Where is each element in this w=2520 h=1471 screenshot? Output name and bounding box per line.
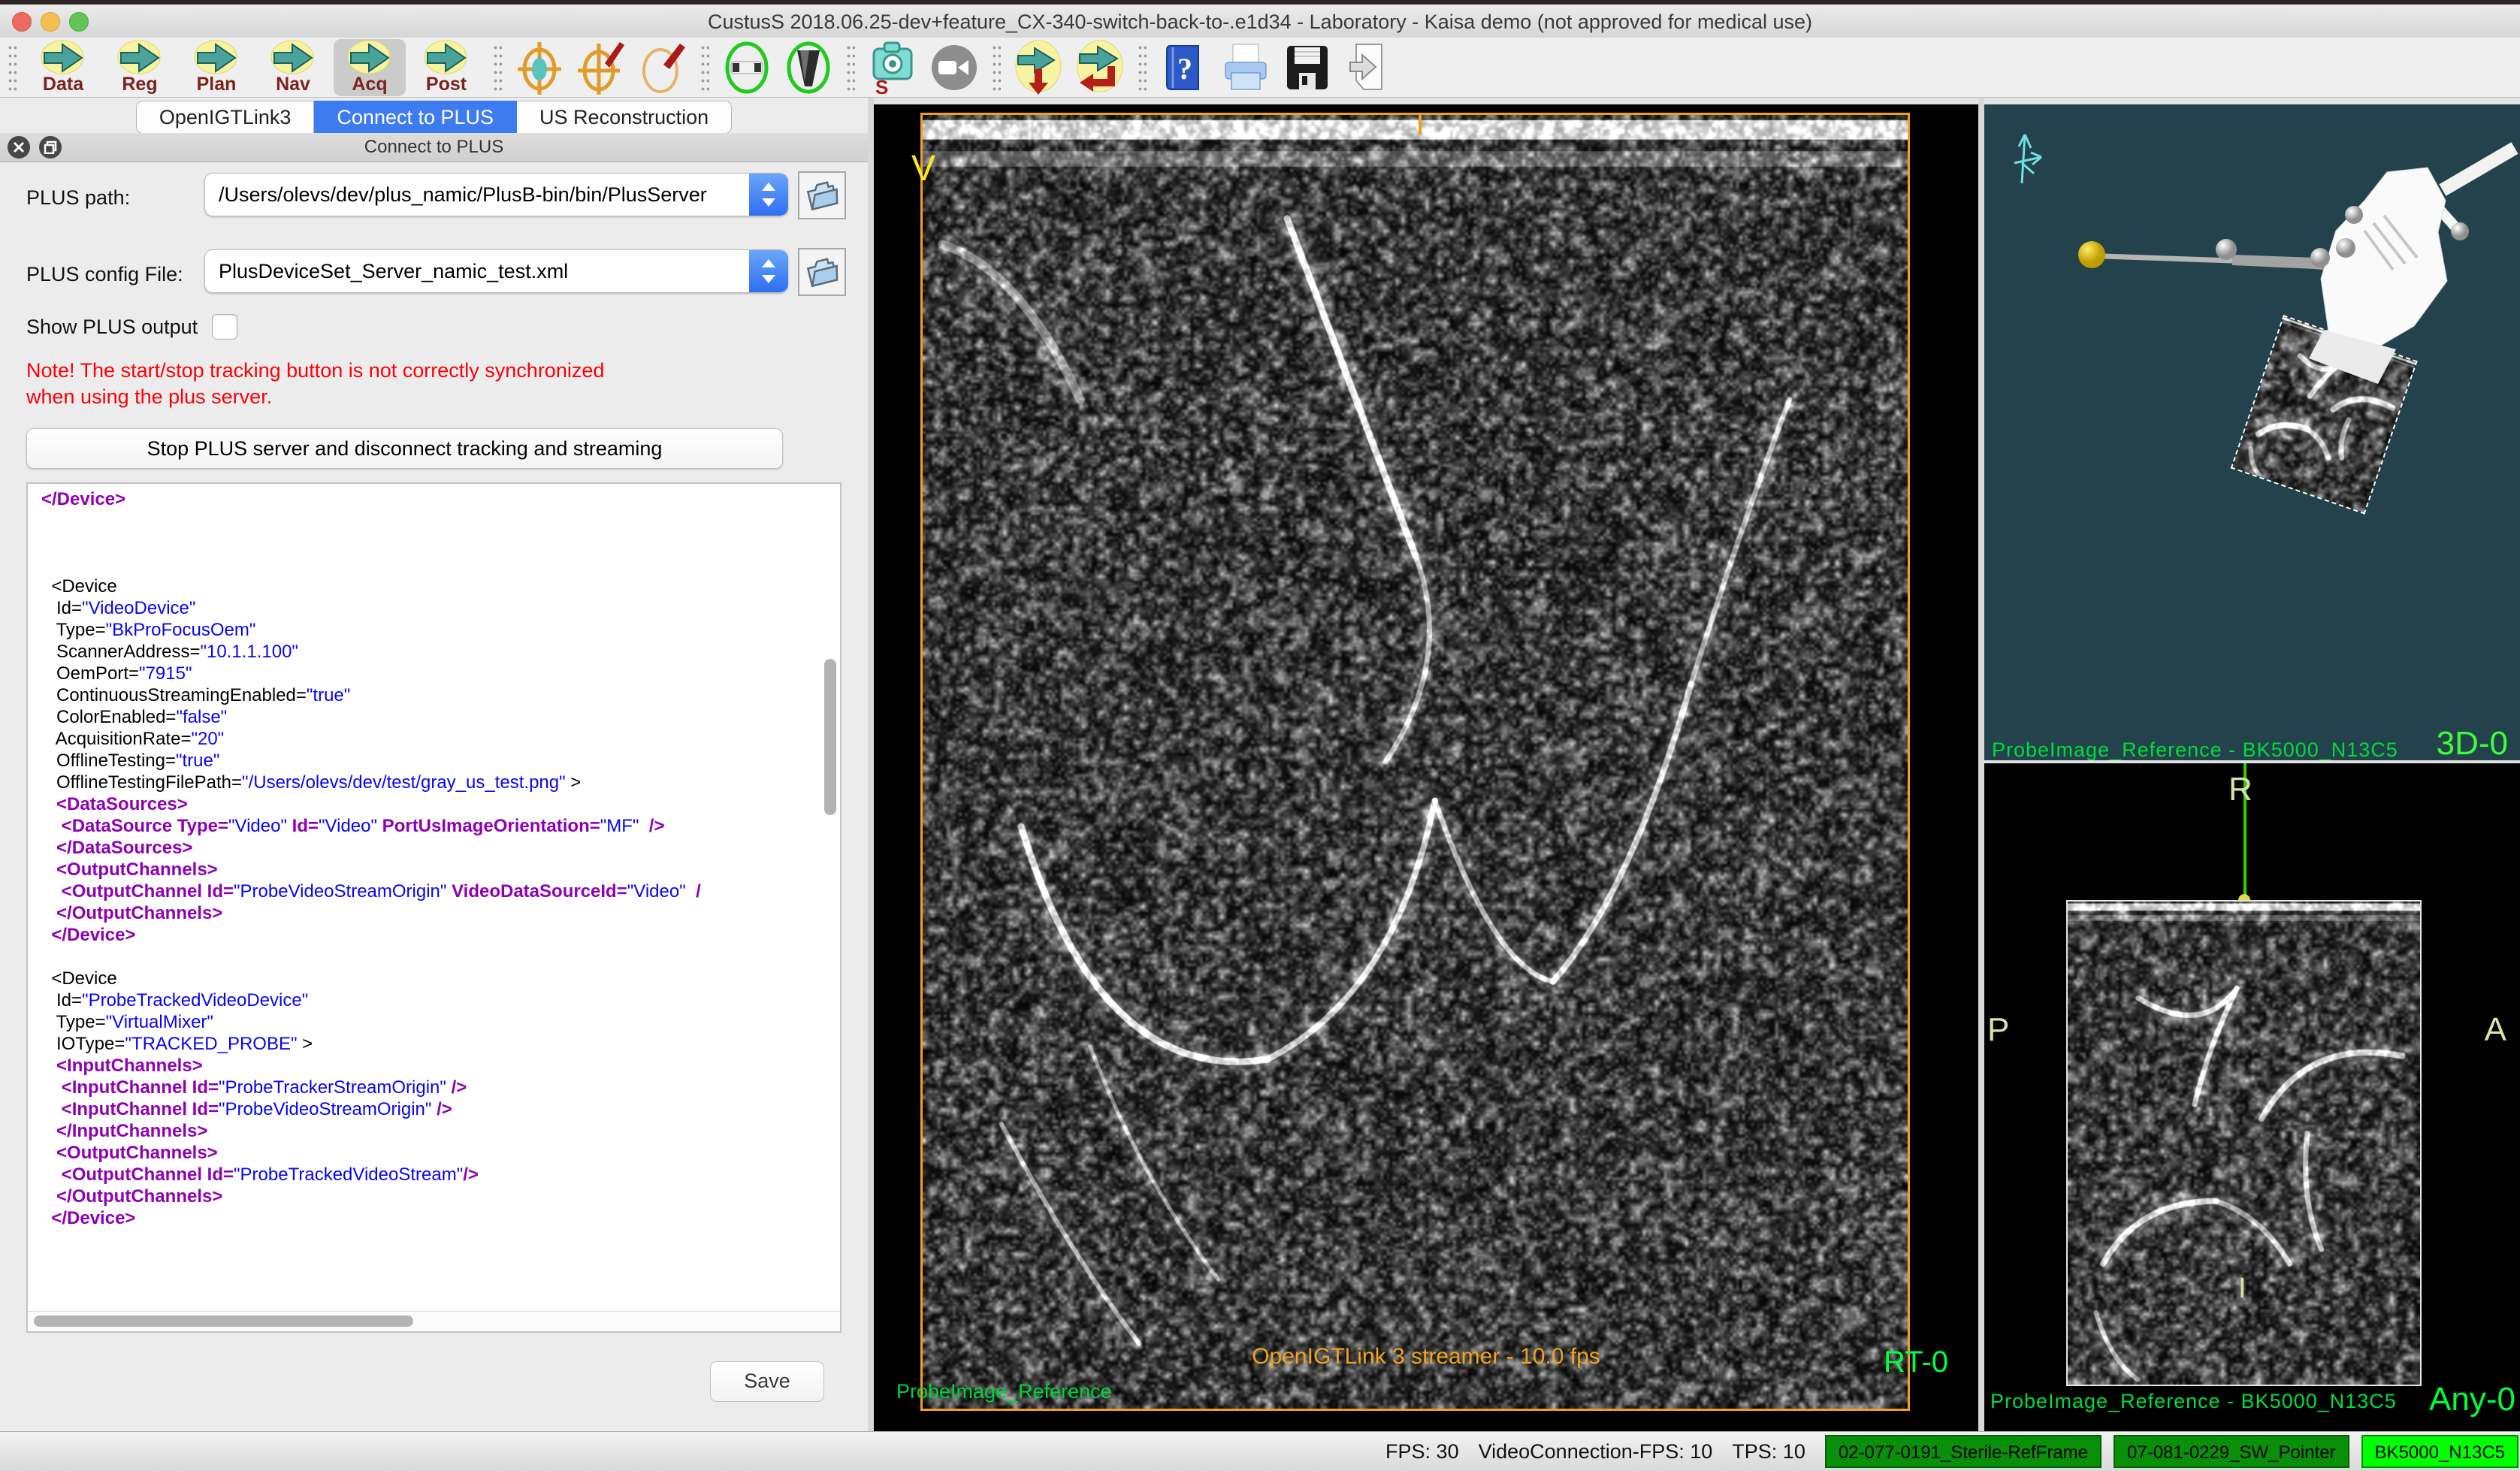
- combobox-arrows-icon[interactable]: [749, 174, 788, 216]
- import-data-icon[interactable]: [1011, 41, 1065, 95]
- combobox-arrows-icon[interactable]: [749, 250, 788, 292]
- tab-us-reconstruction[interactable]: US Reconstruction: [517, 101, 732, 134]
- orientation-label-r: R: [2228, 771, 2253, 808]
- us-slice-frame: [2066, 900, 2422, 1386]
- toolbar-grip[interactable]: [8, 44, 17, 92]
- sample-target-icon[interactable]: [574, 41, 628, 95]
- reference-label: ProbeImage_Reference - BK5000_N13C5: [1992, 739, 2398, 760]
- svg-text:S: S: [875, 76, 888, 95]
- orientation-label-p: P: [1987, 1011, 2009, 1049]
- export-doc-icon[interactable]: [1342, 41, 1396, 95]
- dock-header: Connect to PLUS: [0, 133, 868, 162]
- note-text-line1: Note! The start/stop tracking button is …: [26, 359, 604, 382]
- right-view-column: ProbeImage_Reference - BK5000_N13C5 3D-0…: [1984, 104, 2520, 1431]
- orientation-label-v: V: [911, 148, 935, 189]
- workflow-reg-button[interactable]: Reg: [104, 39, 176, 96]
- panel-splitter[interactable]: [868, 98, 874, 1431]
- show-plus-output-checkbox[interactable]: [212, 314, 237, 340]
- svg-text:?: ?: [1177, 52, 1192, 86]
- tab-connect-to-plus[interactable]: Connect to PLUS: [314, 101, 517, 134]
- window-title: CustusS 2018.06.25-dev+feature_CX-340-sw…: [0, 11, 2520, 34]
- view-name-label: 3D-0: [2437, 725, 2508, 760]
- toolbar-grip[interactable]: [700, 44, 709, 92]
- xml-text: </Device> <Device Id="VideoDevice" Type=…: [41, 488, 817, 1310]
- streamer-status-label: OpenIGTLink 3 streamer - 10.0 fps: [874, 1344, 1978, 1370]
- tool-badge: BK5000_N13C5: [2361, 1435, 2518, 1468]
- center-target-icon[interactable]: [512, 41, 567, 95]
- tab-bar: OpenIGTLink3Connect to PLUSUS Reconstruc…: [0, 101, 868, 134]
- title-bar: CustusS 2018.06.25-dev+feature_CX-340-sw…: [0, 5, 2520, 38]
- plus-path-combobox[interactable]: /Users/olevs/dev/plus_namic/PlusB-bin/bi…: [204, 173, 788, 216]
- toolbar-grip[interactable]: [846, 44, 855, 92]
- reference-label: ProbeImage_Reference: [896, 1380, 1112, 1403]
- workflow-data-button[interactable]: Data: [27, 39, 99, 96]
- orientation-label-i: I: [2238, 1273, 2247, 1305]
- fps-status: FPS: 30: [1385, 1440, 1459, 1463]
- probe-orientation-tick: [1419, 113, 1422, 134]
- connect-to-plus-panel: OpenIGTLink3Connect to PLUSUS Reconstruc…: [0, 98, 868, 1431]
- save-icon[interactable]: [1280, 41, 1334, 95]
- note-text-line2: when using the plus server.: [26, 385, 272, 409]
- pointer-tip-sphere: [2078, 241, 2105, 268]
- tab-openigtlink3[interactable]: OpenIGTLink3: [136, 101, 315, 134]
- orientation-label-a: A: [2485, 1011, 2506, 1049]
- sample-point-icon[interactable]: [636, 41, 690, 95]
- probe-3d-scene: [1984, 104, 2520, 760]
- screenshot-icon[interactable]: S: [866, 41, 920, 95]
- plus-config-value: PlusDeviceSet_Server_namic_test.xml: [205, 260, 749, 283]
- toolbar-grip[interactable]: [992, 44, 1001, 92]
- workflow-acq-button[interactable]: Acq: [334, 39, 406, 96]
- xml-horizontal-scrollbar[interactable]: [34, 1315, 413, 1327]
- tool-badge: 07-081-0229_SW_Pointer: [2114, 1435, 2349, 1468]
- stop-plus-server-button[interactable]: Stop PLUS server and disconnect tracking…: [26, 428, 783, 469]
- us-image-frame: [920, 113, 1910, 1411]
- toolbar-grip[interactable]: [493, 44, 502, 92]
- tracker-device-icon[interactable]: [720, 41, 774, 95]
- view-name-label: RT-0: [1884, 1346, 1948, 1379]
- tool-badge: 02-077-0191_Sterile-RefFrame: [1825, 1435, 2102, 1468]
- workflow-plan-button[interactable]: Plan: [180, 39, 252, 96]
- save-button[interactable]: Save: [710, 1361, 824, 1402]
- tps-status: TPS: 10: [1732, 1440, 1805, 1463]
- view-any[interactable]: R P A I ProbeImage_Reference - BK5000_N1…: [1984, 763, 2520, 1431]
- plus-config-label: PLUS config File:: [26, 263, 183, 286]
- us-image: [923, 115, 1908, 1409]
- plus-config-browse-button[interactable]: [798, 248, 846, 296]
- help-icon[interactable]: ?: [1157, 41, 1211, 95]
- realtime-us-view[interactable]: V OpenIGTLink 3 streamer - 10.0 fps Prob…: [874, 104, 1978, 1431]
- status-bar: FPS: 30 VideoConnection-FPS: 10 TPS: 10 …: [0, 1431, 2520, 1471]
- tracker-probe-icon[interactable]: [781, 41, 835, 95]
- dock-title: Connect to PLUS: [0, 137, 868, 158]
- toolbar-grip[interactable]: [1138, 44, 1147, 92]
- plus-config-combobox[interactable]: PlusDeviceSet_Server_namic_test.xml: [204, 249, 788, 293]
- plus-path-label: PLUS path:: [26, 186, 130, 210]
- tool-status-badges: 02-077-0191_Sterile-RefFrame 07-081-0229_…: [1825, 1435, 2518, 1468]
- workflow-button-group: DataRegPlanNavAcqPost: [27, 39, 482, 96]
- us-slice-image: [2068, 902, 2420, 1385]
- plus-path-browse-button[interactable]: [798, 171, 846, 219]
- axis-indicator-icon: [2014, 134, 2041, 183]
- toolbar: DataRegPlanNavAcqPost: [0, 38, 2520, 98]
- export-return-icon[interactable]: [1073, 41, 1127, 95]
- record-video-icon[interactable]: [927, 41, 981, 95]
- view-3d[interactable]: ProbeImage_Reference - BK5000_N13C5 3D-0: [1984, 104, 2520, 760]
- print-icon[interactable]: [1219, 41, 1273, 95]
- workflow-nav-button[interactable]: Nav: [257, 39, 329, 96]
- video-fps-status: VideoConnection-FPS: 10: [1479, 1440, 1713, 1463]
- view-name-label: Any-0: [2429, 1381, 2515, 1418]
- app-window: CustusS 2018.06.25-dev+feature_CX-340-sw…: [0, 0, 2520, 1471]
- reference-label: ProbeImage_Reference - BK5000_N13C5: [1990, 1390, 2397, 1413]
- xml-vertical-scrollbar[interactable]: [824, 659, 836, 815]
- plus-path-value: /Users/olevs/dev/plus_namic/PlusB-bin/bi…: [205, 183, 749, 207]
- workflow-post-button[interactable]: Post: [410, 39, 482, 96]
- show-plus-output-label: Show PLUS output: [26, 316, 198, 339]
- plus-config-xml-editor[interactable]: </Device> <Device Id="VideoDevice" Type=…: [26, 482, 842, 1333]
- xml-horizontal-scrollbar-track[interactable]: [28, 1311, 840, 1331]
- view-splitter[interactable]: [1978, 98, 1984, 1431]
